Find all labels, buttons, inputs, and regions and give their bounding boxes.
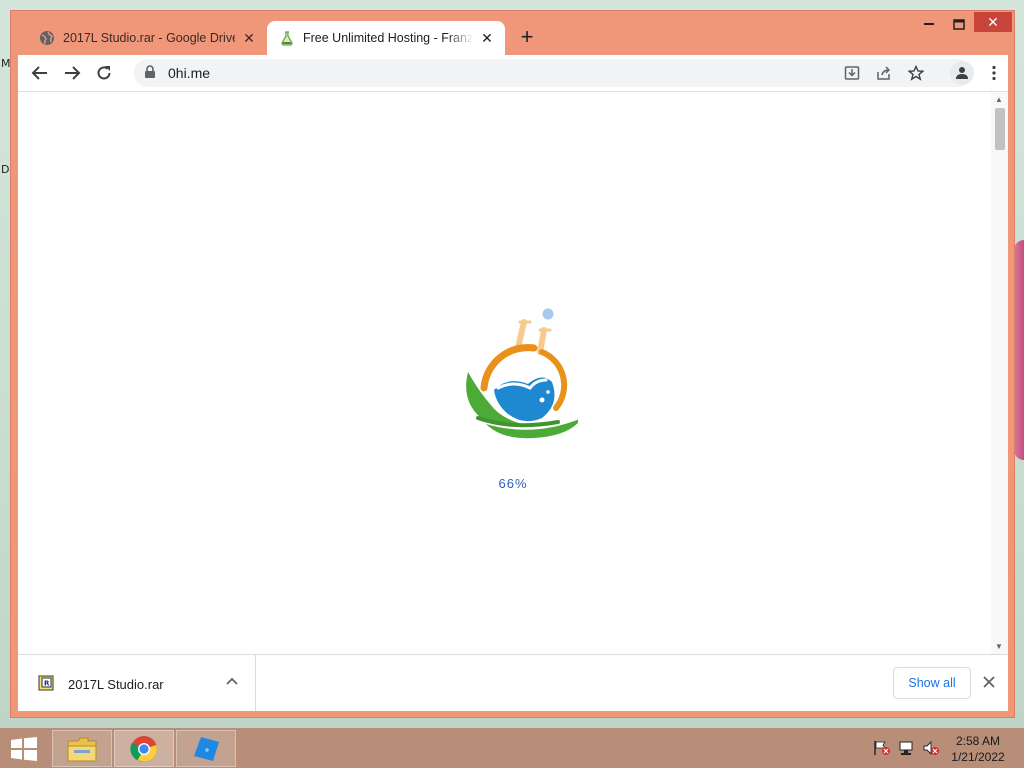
minimize-button[interactable]: [914, 15, 944, 37]
close-tab-icon[interactable]: ✕: [241, 30, 257, 46]
show-all-button[interactable]: Show all: [893, 667, 971, 699]
network-icon[interactable]: [898, 740, 916, 756]
action-center-flag-icon[interactable]: [873, 740, 891, 756]
download-app-icon: [844, 66, 860, 80]
bookmark-button[interactable]: [904, 61, 928, 85]
reload-icon: [97, 66, 111, 80]
browser-toolbar: 0hi.me: [18, 55, 1008, 91]
tab-title: Free Unlimited Hosting - FranzLe: [303, 31, 473, 45]
share-icon: [877, 66, 891, 80]
system-clock[interactable]: 2:58 AM 1/21/2022: [948, 733, 1008, 765]
loading-percent: 66%: [498, 476, 528, 491]
scroll-up-icon[interactable]: ▲: [995, 95, 1003, 104]
desktop-wallpaper-fragment: [1014, 240, 1024, 460]
flask-logo: [466, 308, 578, 439]
kebab-menu-icon: [992, 65, 996, 81]
chrome-icon: [130, 735, 157, 762]
rar-file-icon: R: [38, 675, 54, 691]
close-shelf-icon[interactable]: [980, 673, 998, 691]
title-bar: 2017L Studio.rar - Google Drive ✕ Free U…: [11, 11, 1014, 55]
close-window-button[interactable]: ✕: [974, 12, 1012, 32]
minimize-icon: [924, 23, 934, 25]
clock-time: 2:58 AM: [955, 734, 1001, 748]
svg-text:R: R: [44, 680, 50, 688]
arrow-left-icon: [31, 66, 47, 80]
folder-icon: [67, 737, 97, 761]
arrow-right-icon: [65, 66, 81, 80]
taskbar-file-explorer[interactable]: [52, 730, 112, 767]
reload-button[interactable]: [92, 61, 116, 85]
tab-google-drive[interactable]: 2017L Studio.rar - Google Drive ✕: [27, 21, 267, 55]
taskbar-chrome[interactable]: [114, 730, 174, 767]
taskbar: 2:58 AM 1/21/2022: [0, 728, 1024, 768]
windows-start-icon[interactable]: [10, 737, 38, 761]
volume-muted-icon[interactable]: [922, 740, 940, 756]
profile-button[interactable]: [950, 61, 974, 85]
lock-icon[interactable]: [144, 65, 156, 79]
download-item[interactable]: R 2017L Studio.rar: [18, 655, 256, 711]
maximize-button[interactable]: [944, 13, 974, 35]
maximize-icon: [953, 19, 965, 30]
star-icon: [908, 65, 924, 81]
new-tab-button[interactable]: +: [515, 26, 539, 50]
download-shelf: R 2017L Studio.rar Show all: [18, 654, 1008, 711]
desktop-edge-label-d: D: [1, 163, 10, 176]
close-tab-icon[interactable]: ✕: [479, 30, 495, 46]
close-icon: ✕: [987, 14, 999, 30]
avatar-icon: [956, 67, 968, 79]
menu-button[interactable]: [982, 61, 1006, 85]
scroll-down-icon[interactable]: ▼: [995, 642, 1003, 651]
page-content: 66% ▲ ▼: [18, 91, 1008, 654]
address-bar[interactable]: 0hi.me: [134, 59, 972, 87]
forward-button[interactable]: [60, 61, 84, 85]
download-file-name: 2017L Studio.rar: [68, 677, 164, 692]
url-text: 0hi.me: [168, 65, 211, 81]
back-button[interactable]: [28, 61, 52, 85]
flask-icon: [281, 31, 293, 46]
chevron-up-icon[interactable]: [224, 673, 240, 689]
tab-title: 2017L Studio.rar - Google Drive: [63, 31, 235, 45]
browser-window: 2017L Studio.rar - Google Drive ✕ Free U…: [10, 10, 1015, 718]
vertical-scrollbar[interactable]: ▲ ▼: [991, 92, 1008, 654]
clock-date: 1/21/2022: [951, 750, 1005, 764]
tab-free-unlimited-hosting[interactable]: Free Unlimited Hosting - FranzLe ✕: [267, 21, 505, 55]
install-app-button[interactable]: [840, 61, 864, 85]
roblox-studio-icon: [194, 736, 219, 761]
scrollbar-thumb[interactable]: [995, 108, 1005, 150]
share-button[interactable]: [872, 61, 896, 85]
taskbar-roblox-studio[interactable]: [176, 730, 236, 767]
globe-icon: [40, 31, 54, 45]
